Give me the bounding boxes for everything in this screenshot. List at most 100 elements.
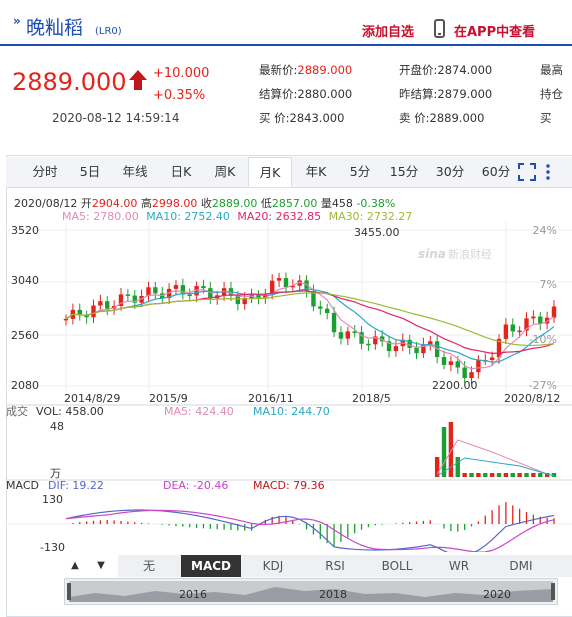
quote-field: 结算价:2880.000 (259, 87, 353, 101)
volume-bar (510, 473, 515, 477)
macd-dea: DEA: -20.46 (163, 479, 228, 492)
tab-60min[interactable]: 60分 (474, 157, 518, 187)
candle-body (414, 347, 419, 354)
candle-body (283, 278, 289, 287)
candle-body (462, 367, 467, 379)
volume-bar (469, 473, 474, 477)
volume-bar (455, 457, 460, 477)
candle-body (510, 324, 515, 332)
range-scrollbar[interactable]: 2016 2018 2020 (64, 578, 558, 605)
macd-value: MACD: 79.36 (253, 479, 325, 492)
candle-body (489, 357, 495, 361)
add-favorite-button[interactable]: 添加自选 (362, 21, 414, 40)
quote-field: 卖 价:2889.000 (399, 111, 485, 125)
date-tick: 2020/8/12 (504, 392, 560, 405)
quote-timestamp: 2020-08-12 14:59:14 (52, 111, 180, 125)
indicator-wr[interactable]: WR (430, 555, 488, 577)
tab-weekly-k[interactable]: 周K (204, 157, 246, 187)
price-tick: 2560 (11, 329, 39, 342)
pct-tick: -10% (529, 333, 557, 346)
volume-bar (496, 473, 502, 477)
volume-bar (441, 427, 447, 477)
indicator-macd[interactable]: MACD (181, 555, 241, 577)
quote-field: 买 价:2843.000 (259, 111, 345, 125)
candle-body (324, 308, 330, 314)
low-annotation: 2200.00 (432, 379, 478, 392)
candle-body (393, 346, 399, 352)
macd-axis-top: 130 (42, 493, 63, 506)
volume-bar (483, 473, 488, 477)
macd-dif: DIF: 19.22 (48, 479, 104, 492)
tab-daily-k[interactable]: 日K (160, 157, 202, 187)
tab-5min[interactable]: 5分 (340, 157, 380, 187)
ohlc-info: 2020/08/12 开2904.00 高2998.00 收2889.00 低2… (14, 197, 396, 210)
tab-30min[interactable]: 30分 (428, 157, 472, 187)
volume-bar (489, 473, 495, 477)
scroll-up-button[interactable]: ▲ (64, 555, 86, 577)
volume-bar (476, 473, 481, 477)
svg-text:sina: sina (418, 247, 446, 261)
macd-axis-bottom: -130 (40, 541, 65, 552)
price-change-pct: +0.35% (153, 88, 206, 103)
pct-tick: -27% (529, 379, 557, 392)
volume-bar (503, 473, 509, 477)
tab-15min[interactable]: 15分 (382, 157, 426, 187)
indicator-none[interactable]: 无 (120, 555, 178, 577)
pct-tick: 24% (533, 224, 557, 237)
tab-yearly-k[interactable]: 年K (294, 157, 338, 187)
tab-intraday[interactable]: 分时 (22, 157, 68, 187)
volume-ma5: MA5: 424.40 (164, 405, 234, 418)
candle-body (428, 341, 433, 345)
quote-field: 开盘价:2874.000 (399, 63, 493, 77)
tab-5day[interactable]: 5日 (70, 157, 110, 187)
candle-body (98, 301, 103, 306)
candle-body (331, 313, 337, 333)
candle-body (551, 306, 557, 318)
candle-body (105, 301, 110, 309)
phone-icon (434, 19, 445, 38)
price-tick: 2080 (11, 379, 39, 392)
volume-ma10: MA10: 244.70 (253, 405, 330, 418)
volume-bar (531, 473, 536, 477)
candle-body (455, 361, 460, 368)
scroll-year: 2018 (319, 588, 347, 601)
tab-monthly-k[interactable]: 月K (248, 157, 292, 187)
candle-body (276, 278, 282, 281)
watermark: sina 新浪财经 (418, 247, 492, 261)
volume-bar (538, 473, 543, 477)
svg-text:新浪财经: 新浪财经 (448, 247, 492, 261)
indicator-boll[interactable]: BOLL (368, 555, 426, 577)
fullscreen-icon[interactable] (518, 163, 536, 181)
indicator-dmi[interactable]: DMI (492, 555, 550, 577)
quote-field: 最高 (540, 63, 563, 77)
more-options-icon[interactable] (544, 163, 552, 181)
candle-body (208, 288, 213, 299)
price-change: +10.000 (153, 66, 210, 81)
candle-body (201, 286, 206, 289)
quote-field: 最新价:2889.000 (259, 63, 353, 77)
indicator-kdj[interactable]: KDJ (244, 555, 302, 577)
candle-body (366, 343, 371, 346)
candle-body (338, 332, 344, 339)
candle-body (503, 324, 509, 339)
volume-bar (462, 473, 467, 477)
candle-body (235, 295, 241, 305)
volume-bar (434, 457, 440, 477)
candle-body (91, 305, 96, 318)
candle-body (448, 361, 454, 365)
quote-field: 买 (540, 111, 552, 125)
title-bar: » 晚籼稻 (LR0) 添加自选 在APP中查看 (0, 0, 572, 46)
date-tick: 2015/9 (149, 392, 188, 405)
indicator-rsi[interactable]: RSI (306, 555, 364, 577)
kline-chart[interactable]: 3520 3040 2560 2080 24% 7% -10% -27% 201… (6, 222, 572, 552)
view-in-app-button[interactable]: 在APP中查看 (454, 21, 535, 40)
ma-line (65, 292, 555, 347)
scroll-down-button[interactable]: ▼ (90, 555, 112, 577)
macd-title: MACD (6, 479, 39, 492)
tab-year-line[interactable]: 年线 (112, 157, 158, 187)
date-tick: 2016/11 (248, 392, 294, 405)
candle-body (187, 294, 192, 296)
volume-value: VOL: 458.00 (36, 405, 104, 418)
scroll-year: 2016 (179, 588, 207, 601)
candle-body (476, 360, 481, 373)
